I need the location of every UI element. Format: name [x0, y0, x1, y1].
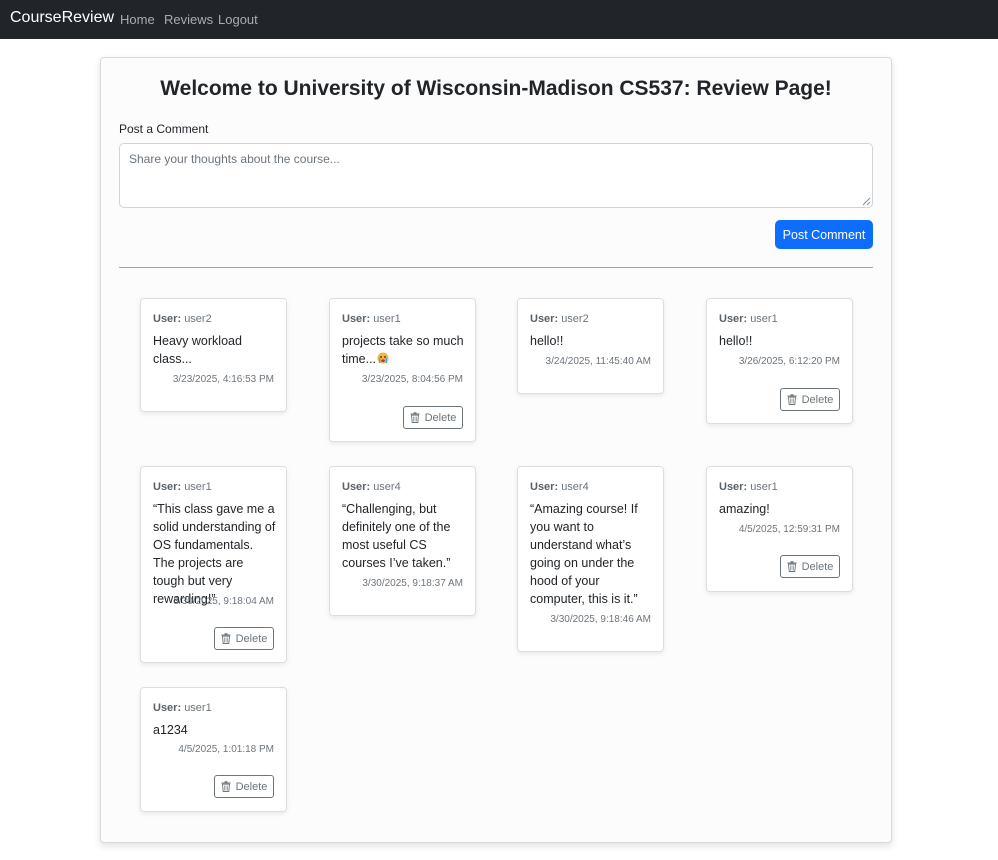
review-user: User: user1 [719, 481, 778, 493]
user-prefix: User: [342, 481, 371, 493]
review-card: User: user1 projects take so much time..… [329, 298, 476, 442]
review-timestamp: 3/26/2025, 6:12:20 PM [738, 356, 840, 367]
review-text: hello!! [530, 334, 564, 348]
nav-home-link[interactable]: Home [120, 12, 155, 27]
review-username: user1 [750, 313, 778, 325]
review-card: User: user1 amazing! 4/5/2025, 12:59:31 … [706, 466, 853, 592]
review-user: User: user2 [530, 313, 589, 325]
delete-button[interactable]: Delete [214, 627, 274, 650]
review-card: User: user1 “This class gave me a solid … [140, 466, 287, 663]
nav-logout-link[interactable]: Logout [218, 12, 258, 27]
nav-reviews-link[interactable]: Reviews [164, 12, 213, 27]
review-username: user2 [184, 313, 212, 325]
review-timestamp: 3/23/2025, 8:04:56 PM [361, 374, 463, 385]
review-text: amazing! [719, 502, 770, 516]
review-username: user1 [750, 481, 778, 493]
review-text: “Challenging, but definitely one of the … [342, 502, 451, 570]
delete-label: Delete [801, 393, 834, 406]
delete-button[interactable]: Delete [780, 555, 840, 578]
review-text: “Amazing course! If you want to understa… [530, 502, 638, 606]
review-text: “This class gave me a solid understandin… [153, 502, 276, 606]
user-prefix: User: [530, 481, 559, 493]
delete-button[interactable]: Delete [780, 388, 840, 411]
review-username: user1 [184, 702, 212, 714]
review-timestamp: 3/23/2025, 4:16:53 PM [172, 374, 274, 385]
user-prefix: User: [719, 481, 748, 493]
delete-label: Delete [235, 632, 268, 645]
review-card: User: user1 a1234 4/5/2025, 1:01:18 PM D… [140, 687, 287, 812]
review-timestamp: 4/5/2025, 1:01:18 PM [178, 744, 274, 755]
review-user: User: user4 [530, 481, 589, 493]
delete-button[interactable]: Delete [403, 406, 463, 429]
crying-face-icon [377, 352, 389, 364]
review-user: User: user4 [342, 481, 401, 493]
review-user: User: user2 [153, 313, 212, 325]
review-text: a1234 [153, 723, 188, 737]
post-comment-button[interactable]: Post Comment [775, 220, 873, 249]
user-prefix: User: [342, 313, 371, 325]
review-user: User: user1 [153, 481, 212, 493]
review-text: projects take so much time... [342, 332, 466, 368]
review-timestamp: 3/30/2025, 9:18:46 AM [550, 614, 651, 625]
review-timestamp: 3/30/2025, 9:18:37 AM [362, 578, 463, 589]
post-comment-label: Post a Comment [119, 122, 209, 136]
review-timestamp: 3/24/2025, 11:45:40 AM [545, 356, 651, 367]
trash-icon [787, 561, 797, 572]
review-user: User: user1 [153, 702, 212, 714]
delete-button[interactable]: Delete [214, 775, 274, 798]
delete-label: Delete [424, 411, 457, 424]
trash-icon [787, 394, 797, 405]
user-prefix: User: [530, 313, 559, 325]
user-prefix: User: [153, 702, 182, 714]
review-card: User: user2 Heavy workload class... 3/23… [140, 298, 287, 412]
trash-icon [221, 633, 231, 644]
review-card: User: user4 “Challenging, but definitely… [329, 466, 476, 616]
review-username: user4 [561, 481, 589, 493]
comment-textarea[interactable] [119, 143, 873, 208]
delete-label: Delete [235, 780, 268, 793]
review-username: user4 [373, 481, 401, 493]
resize-grip-icon[interactable] [862, 197, 871, 206]
delete-label: Delete [801, 560, 834, 573]
trash-icon [221, 781, 231, 792]
review-text-content: projects take so much time... [342, 334, 464, 366]
review-text: hello!! [719, 334, 753, 348]
review-username: user2 [561, 313, 589, 325]
review-timestamp: 4/5/2025, 12:59:31 PM [738, 524, 840, 535]
review-user: User: user1 [342, 313, 401, 325]
user-prefix: User: [153, 313, 182, 325]
review-card: User: user1 hello!! 3/26/2025, 6:12:20 P… [706, 298, 853, 424]
review-username: user1 [373, 313, 401, 325]
review-page-card: Welcome to University of Wisconsin-Madis… [100, 57, 892, 843]
review-card: User: user4 “Amazing course! If you want… [517, 466, 664, 652]
review-timestamp: 3/30/2025, 9:18:04 AM [173, 596, 274, 607]
trash-icon [410, 412, 420, 423]
page-title: Welcome to University of Wisconsin-Madis… [160, 77, 832, 100]
brand-link[interactable]: CourseReview [10, 9, 114, 27]
review-username: user1 [184, 481, 212, 493]
divider [119, 267, 873, 268]
navbar: CourseReview Home Reviews Logout [0, 0, 998, 39]
review-text: Heavy workload class... [153, 334, 242, 366]
user-prefix: User: [153, 481, 182, 493]
review-user: User: user1 [719, 313, 778, 325]
review-card: User: user2 hello!! 3/24/2025, 11:45:40 … [517, 298, 664, 394]
user-prefix: User: [719, 313, 748, 325]
